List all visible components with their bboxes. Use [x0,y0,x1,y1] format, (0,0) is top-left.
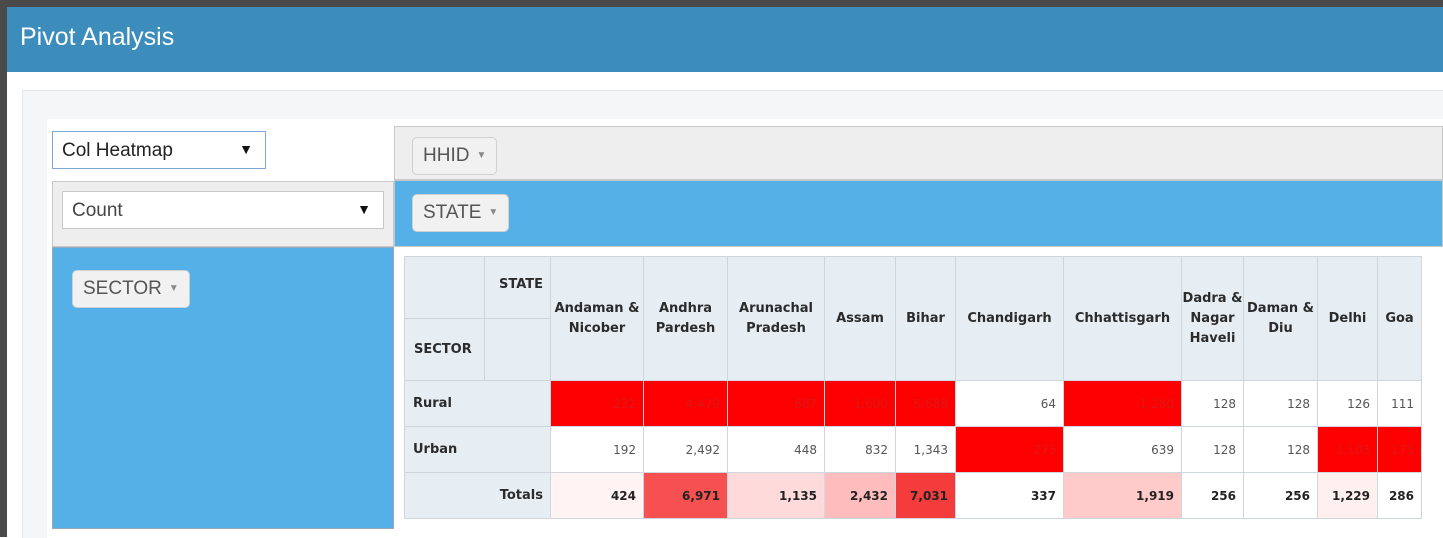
col-header[interactable]: Chhattisgarh [1063,256,1182,381]
total-cell: 286 [1377,472,1422,519]
data-cell: 175 [1377,426,1422,473]
pivot-table: STATE Andaman & Nicober Andhra Pardesh A… [404,256,1422,519]
data-cell: 232 [550,380,644,427]
attr-pill-label: SECTOR [83,278,162,299]
total-cell: 337 [955,472,1064,519]
triangle-down-icon[interactable]: ▼ [169,283,179,294]
data-cell: 1,600 [824,380,896,427]
dropdown-arrow-icon: ▼ [357,201,371,217]
row-attributes-area: SECTOR ▼ [52,247,394,529]
total-cell: 6,971 [643,472,728,519]
panel-left-strip [23,91,47,538]
col-header[interactable]: Goa [1377,256,1422,381]
aggregator-area: Count ▼ [52,181,394,247]
total-cell: 2,432 [824,472,896,519]
panel-top-strip [23,91,1443,119]
col-header[interactable]: Delhi [1317,256,1378,381]
attr-pill-sector[interactable]: SECTOR ▼ [72,270,190,308]
data-cell: 192 [550,426,644,473]
col-axis-label: STATE [484,256,551,319]
data-cell: 126 [1317,380,1378,427]
data-cell: 128 [1181,380,1244,427]
renderer-select[interactable]: Col Heatmap ▼ [52,131,266,169]
window-frame-left [0,0,7,537]
attr-pill-label: HHID [423,145,470,166]
data-cell: 832 [824,426,896,473]
total-cell: 424 [550,472,644,519]
triangle-down-icon[interactable]: ▼ [488,207,498,218]
total-cell: 256 [1181,472,1244,519]
empty-header-cell [484,318,551,381]
data-cell: 687 [727,380,825,427]
data-cell: 128 [1243,426,1318,473]
data-cell: 2,492 [643,426,728,473]
row-axis-label: SECTOR [404,318,485,381]
column-attributes-area: STATE ▼ [394,180,1443,247]
data-cell: 448 [727,426,825,473]
window-frame-top [0,0,1443,7]
col-header[interactable]: Andhra Pardesh [643,256,728,381]
triangle-down-icon[interactable]: ▼ [476,150,486,161]
col-header[interactable]: Arunachal Pradesh [727,256,825,381]
col-header[interactable]: Assam [824,256,896,381]
col-header[interactable]: Bihar [895,256,956,381]
total-cell: 256 [1243,472,1318,519]
totals-row: Totals 424 6,971 1,135 2,432 7,031 337 1… [404,472,1422,519]
aggregator-value: Count [72,200,123,221]
total-cell: 1,135 [727,472,825,519]
renderer-value: Col Heatmap [62,140,173,161]
unused-attributes-area: HHID ▼ [394,126,1443,180]
attr-pill-state[interactable]: STATE ▼ [412,194,510,232]
pivot-table-container: STATE Andaman & Nicober Andhra Pardesh A… [404,256,1422,519]
col-header[interactable]: Andaman & Nicober [550,256,644,381]
attr-pill-label: STATE [423,202,482,223]
data-cell: 128 [1243,380,1318,427]
data-cell: 273 [955,426,1064,473]
data-cell: 639 [1063,426,1182,473]
table-row: Rural 232 4,479 687 1,600 5,688 64 1,280… [404,380,1422,427]
col-header[interactable]: Chandigarh [955,256,1064,381]
aggregator-select[interactable]: Count ▼ [62,191,384,229]
title-bar: Pivot Analysis [7,7,1443,72]
row-label-rural: Rural [404,380,551,427]
table-row: Urban 192 2,492 448 832 1,343 273 639 12… [404,426,1422,473]
pivot-corner-cell [404,256,485,319]
page-title: Pivot Analysis [20,23,175,51]
data-cell: 4,479 [643,380,728,427]
total-cell: 1,919 [1063,472,1182,519]
data-cell: 128 [1181,426,1244,473]
data-cell: 64 [955,380,1064,427]
total-cell: 1,229 [1317,472,1378,519]
data-cell: 111 [1377,380,1422,427]
col-header[interactable]: Daman & Diu [1243,256,1318,381]
data-cell: 1,103 [1317,426,1378,473]
dropdown-arrow-icon: ▼ [239,141,253,157]
total-cell: 7,031 [895,472,956,519]
data-cell: 5,688 [895,380,956,427]
row-label-urban: Urban [404,426,551,473]
attr-pill-hhid[interactable]: HHID ▼ [412,137,498,175]
col-header[interactable]: Dadra & Nagar Haveli [1181,256,1244,381]
data-cell: 1,280 [1063,380,1182,427]
totals-label: Totals [404,472,551,519]
data-cell: 1,343 [895,426,956,473]
